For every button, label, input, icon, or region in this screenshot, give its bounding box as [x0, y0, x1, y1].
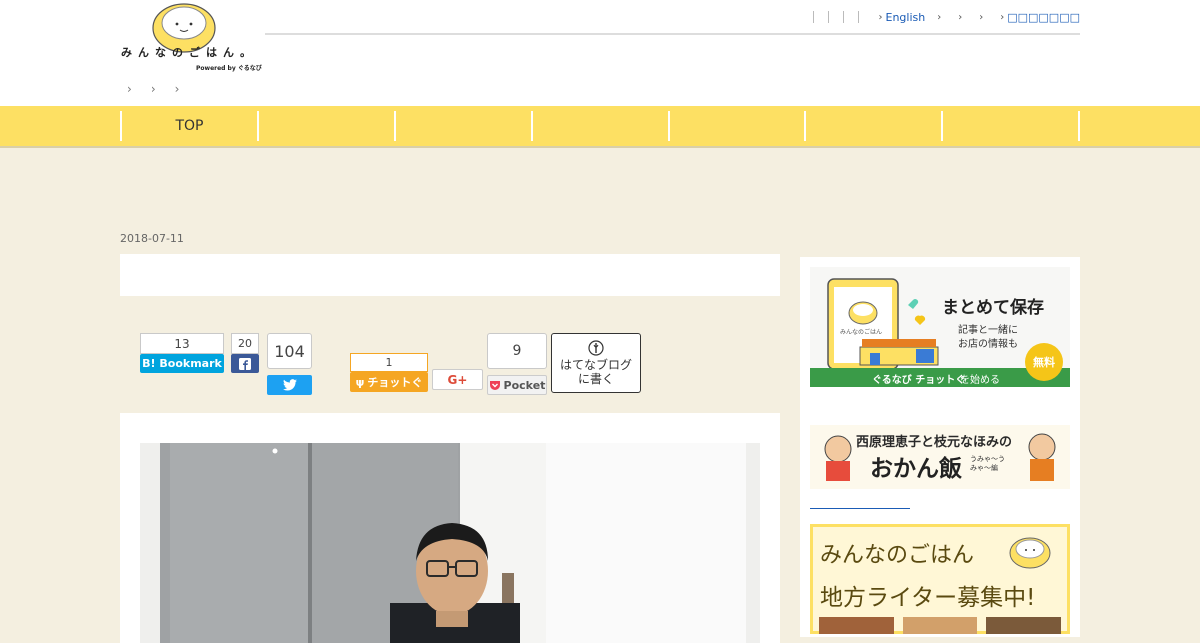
- global-nav: TOP: [0, 106, 1200, 148]
- banner2-big: おかん飯: [870, 456, 962, 482]
- nav-item-top[interactable]: TOP: [120, 111, 257, 141]
- top-link-english[interactable]: › English: [879, 11, 926, 24]
- banner3-line2: 地方ライター募集中!: [820, 585, 1036, 611]
- chevron-right-icon: ›: [1000, 11, 1005, 23]
- banner1-sub-1: 記事と一緒に: [958, 325, 1018, 336]
- chevron-right-icon[interactable]: ›: [175, 82, 180, 96]
- pocket-share-button[interactable]: 9 Pocket: [487, 333, 547, 395]
- article-date: 2018-07-11: [120, 232, 184, 245]
- banner2-small: うみゃ〜うみゃ〜編: [970, 455, 1005, 472]
- banner1-app-name: みんなのごはん: [840, 329, 883, 336]
- top-link[interactable]: ›: [979, 12, 986, 23]
- chevron-right-icon: ›: [979, 11, 984, 23]
- chevron-right-icon[interactable]: ›: [127, 82, 132, 96]
- divider: [857, 11, 859, 23]
- chotto-label: ψ チョットぐ: [350, 372, 428, 392]
- divider: [812, 11, 814, 23]
- pocket-icon: [489, 380, 500, 390]
- article-photo: [140, 443, 760, 643]
- divider: [842, 11, 844, 23]
- top-link-label: □□□□□□□: [1007, 10, 1080, 24]
- nav-item[interactable]: [531, 111, 668, 141]
- food-thumb: [986, 617, 1061, 634]
- pocket-label: Pocket: [487, 375, 547, 395]
- nav-item[interactable]: [257, 111, 394, 141]
- twitter-icon: [267, 375, 312, 395]
- banner1-foot-brand: ぐるなび チョットぐ: [872, 375, 966, 386]
- gplus-icon: G+: [447, 372, 468, 387]
- facebook-icon: [231, 354, 259, 373]
- food-thumb: [819, 617, 894, 634]
- header-divider: [265, 33, 1080, 35]
- top-link[interactable]: › □□□□□□□: [1000, 11, 1080, 24]
- nav-item[interactable]: [668, 111, 805, 141]
- banner1-foot-text: を始める: [960, 375, 1000, 386]
- nav-item[interactable]: [394, 111, 531, 141]
- nav-item[interactable]: [941, 111, 1078, 141]
- gplus-share-button[interactable]: G+: [432, 369, 483, 390]
- banner1-sub-2: お店の情報も: [958, 339, 1018, 350]
- chotto-icon: ψ: [355, 375, 365, 389]
- logo-text: みんなのごはん。: [121, 46, 257, 59]
- nav-divider: [1078, 111, 1080, 141]
- site-logo[interactable]: みんなのごはん。 Powered by ぐるなび: [120, 2, 266, 74]
- photo-illustration: [140, 443, 760, 643]
- chotto-app-banner[interactable]: まとめて保存 記事と一緒に お店の情報も 無料 みんなのごはん ぐるなび チョッ…: [810, 267, 1070, 387]
- breadcrumb: › › ›: [127, 82, 179, 96]
- facebook-share-button[interactable]: 20: [231, 333, 259, 373]
- top-links: › English › › › › □□□□□□□: [812, 9, 1080, 25]
- chotto-share-button[interactable]: 1 ψ チョットぐ: [350, 353, 428, 393]
- food-thumb: [903, 617, 977, 634]
- hatenablog-label-line1: はてなブログ: [559, 358, 632, 372]
- chevron-right-icon[interactable]: ›: [151, 82, 156, 96]
- twitter-share-button[interactable]: 104: [267, 333, 312, 395]
- hatenablog-share-button[interactable]: はてなブログ に書く: [551, 333, 641, 393]
- chotto-count: 1: [350, 353, 428, 372]
- nav-item[interactable]: [804, 111, 941, 141]
- site-header: みんなのごはん。 Powered by ぐるなび › English › › › …: [0, 0, 1200, 106]
- pocket-count: 9: [487, 333, 547, 369]
- chotto-label-text: チョットぐ: [367, 376, 423, 389]
- banner1-title: まとめて保存: [942, 298, 1044, 318]
- banner2-title: 西原理恵子と枝元なほみの: [856, 435, 1013, 450]
- rice-bowl-icon: [1009, 537, 1051, 569]
- top-link-label: English: [885, 10, 926, 24]
- hatenablog-label-line2: に書く: [577, 372, 614, 386]
- logo-powered-by: Powered by ぐるなび: [196, 65, 262, 72]
- article-title: [120, 254, 780, 296]
- pocket-label-text: Pocket: [503, 378, 546, 392]
- hatena-bookmark-button[interactable]: 13 B! Bookmark: [140, 333, 224, 373]
- sidebar-link[interactable]: [810, 508, 910, 509]
- facebook-count: 20: [231, 333, 259, 354]
- divider: [827, 11, 829, 23]
- okanmeshi-banner[interactable]: 西原理恵子と枝元なほみの おかん飯 うみゃ〜うみゃ〜編: [810, 425, 1070, 489]
- top-link[interactable]: ›: [958, 12, 965, 23]
- hatenablog-icon: [588, 340, 604, 356]
- hatena-count: 13: [140, 333, 224, 354]
- banner3-line1: みんなのごはん: [820, 543, 975, 568]
- hatena-label: B! Bookmark: [140, 354, 224, 373]
- top-link[interactable]: ›: [937, 12, 944, 23]
- banner1-badge: 無料: [1033, 356, 1055, 369]
- twitter-count: 104: [267, 333, 312, 369]
- writer-recruit-banner[interactable]: みんなのごはん 地方ライター募集中!: [810, 524, 1070, 634]
- chevron-right-icon: ›: [878, 11, 883, 23]
- chevron-right-icon: ›: [937, 11, 942, 23]
- chevron-right-icon: ›: [958, 11, 963, 23]
- nav-item-label: TOP: [175, 118, 204, 134]
